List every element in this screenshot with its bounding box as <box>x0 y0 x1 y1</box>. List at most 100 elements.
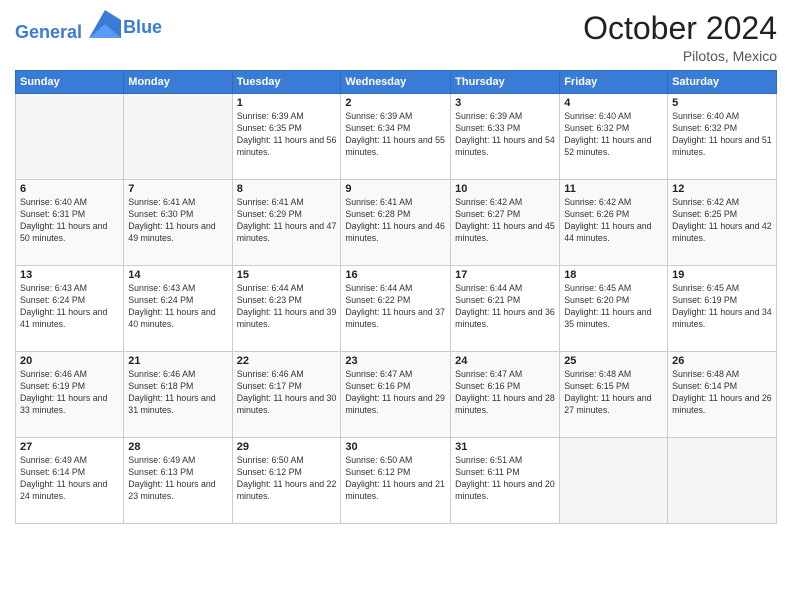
day-number: 22 <box>237 355 337 367</box>
day-cell: 30Sunrise: 6:50 AM Sunset: 6:12 PM Dayli… <box>341 438 451 524</box>
day-cell <box>16 94 124 180</box>
day-cell: 21 Sunrise: 6:46 AM Sunset: 6:18 PM Dayli… <box>124 352 232 438</box>
day-number: 8 <box>237 183 337 195</box>
week-row-4: 20 Sunrise: 6:46 AM Sunset: 6:19 PM Dayli… <box>16 352 777 438</box>
day-info: Sunrise: 6:43 AM Sunset: 6:24 PM Dayligh… <box>128 283 227 331</box>
weekday-wednesday: Wednesday <box>341 71 451 94</box>
day-info: Sunrise: 6:39 AM Sunset: 6:34 PM Dayligh… <box>345 111 446 159</box>
day-number: 29 <box>237 441 337 453</box>
day-number: 9 <box>345 183 446 195</box>
day-cell: 28Sunrise: 6:49 AM Sunset: 6:13 PM Dayli… <box>124 438 232 524</box>
day-info: Sunrise: 6:46 AM Sunset: 6:18 PM Dayligh… <box>128 369 227 417</box>
day-number: 31 <box>455 441 555 453</box>
weekday-thursday: Thursday <box>451 71 560 94</box>
month-title: October 2024 <box>583 10 777 47</box>
weekday-friday: Friday <box>560 71 668 94</box>
day-number: 20 <box>20 355 119 367</box>
logo-text: General <box>15 10 121 43</box>
day-number: 6 <box>20 183 119 195</box>
day-number: 18 <box>564 269 663 281</box>
day-cell: 22 Sunrise: 6:46 AM Sunset: 6:17 PM Dayli… <box>232 352 341 438</box>
day-cell: 14 Sunrise: 6:43 AM Sunset: 6:24 PM Dayli… <box>124 266 232 352</box>
day-number: 30 <box>345 441 446 453</box>
day-info: Sunrise: 6:46 AM Sunset: 6:17 PM Dayligh… <box>237 369 337 417</box>
header: General Blue October 2024 Pilotos, Mexic… <box>15 10 777 64</box>
logo-general: General <box>15 22 82 42</box>
day-cell: 24 Sunrise: 6:47 AM Sunset: 6:16 PM Dayli… <box>451 352 560 438</box>
week-row-2: 6 Sunrise: 6:40 AM Sunset: 6:31 PM Daylig… <box>16 180 777 266</box>
day-number: 15 <box>237 269 337 281</box>
day-cell: 6 Sunrise: 6:40 AM Sunset: 6:31 PM Daylig… <box>16 180 124 266</box>
day-info: Sunrise: 6:42 AM Sunset: 6:27 PM Dayligh… <box>455 197 555 245</box>
day-cell: 9 Sunrise: 6:41 AM Sunset: 6:28 PM Daylig… <box>341 180 451 266</box>
day-number: 12 <box>672 183 772 195</box>
day-number: 2 <box>345 97 446 109</box>
title-block: October 2024 Pilotos, Mexico <box>583 10 777 64</box>
day-info: Sunrise: 6:41 AM Sunset: 6:28 PM Dayligh… <box>345 197 446 245</box>
week-row-3: 13 Sunrise: 6:43 AM Sunset: 6:24 PM Dayli… <box>16 266 777 352</box>
day-info: Sunrise: 6:41 AM Sunset: 6:29 PM Dayligh… <box>237 197 337 245</box>
day-number: 3 <box>455 97 555 109</box>
day-info: Sunrise: 6:40 AM Sunset: 6:32 PM Dayligh… <box>564 111 663 159</box>
day-cell: 10 Sunrise: 6:42 AM Sunset: 6:27 PM Dayli… <box>451 180 560 266</box>
logo: General Blue <box>15 10 162 43</box>
day-number: 26 <box>672 355 772 367</box>
day-info: Sunrise: 6:40 AM Sunset: 6:31 PM Dayligh… <box>20 197 119 245</box>
day-cell: 13 Sunrise: 6:43 AM Sunset: 6:24 PM Dayli… <box>16 266 124 352</box>
day-cell: 1Sunrise: 6:39 AM Sunset: 6:35 PM Daylig… <box>232 94 341 180</box>
day-info: Sunrise: 6:47 AM Sunset: 6:16 PM Dayligh… <box>345 369 446 417</box>
day-info: Sunrise: 6:39 AM Sunset: 6:35 PM Dayligh… <box>237 111 337 159</box>
day-info: Sunrise: 6:48 AM Sunset: 6:15 PM Dayligh… <box>564 369 663 417</box>
week-row-1: 1Sunrise: 6:39 AM Sunset: 6:35 PM Daylig… <box>16 94 777 180</box>
day-number: 23 <box>345 355 446 367</box>
day-info: Sunrise: 6:42 AM Sunset: 6:26 PM Dayligh… <box>564 197 663 245</box>
day-number: 10 <box>455 183 555 195</box>
day-info: Sunrise: 6:46 AM Sunset: 6:19 PM Dayligh… <box>20 369 119 417</box>
day-info: Sunrise: 6:39 AM Sunset: 6:33 PM Dayligh… <box>455 111 555 159</box>
day-number: 5 <box>672 97 772 109</box>
day-number: 17 <box>455 269 555 281</box>
day-info: Sunrise: 6:42 AM Sunset: 6:25 PM Dayligh… <box>672 197 772 245</box>
logo-blue: Blue <box>123 17 162 38</box>
day-cell: 11 Sunrise: 6:42 AM Sunset: 6:26 PM Dayli… <box>560 180 668 266</box>
day-cell: 23 Sunrise: 6:47 AM Sunset: 6:16 PM Dayli… <box>341 352 451 438</box>
day-cell: 2 Sunrise: 6:39 AM Sunset: 6:34 PM Daylig… <box>341 94 451 180</box>
page: General Blue October 2024 Pilotos, Mexic… <box>0 0 792 612</box>
day-number: 19 <box>672 269 772 281</box>
day-cell: 15Sunrise: 6:44 AM Sunset: 6:23 PM Dayli… <box>232 266 341 352</box>
day-info: Sunrise: 6:40 AM Sunset: 6:32 PM Dayligh… <box>672 111 772 159</box>
day-number: 16 <box>345 269 446 281</box>
day-cell: 25Sunrise: 6:48 AM Sunset: 6:15 PM Dayli… <box>560 352 668 438</box>
day-cell: 5 Sunrise: 6:40 AM Sunset: 6:32 PM Daylig… <box>668 94 777 180</box>
week-row-5: 27Sunrise: 6:49 AM Sunset: 6:14 PM Dayli… <box>16 438 777 524</box>
weekday-sunday: Sunday <box>16 71 124 94</box>
day-info: Sunrise: 6:47 AM Sunset: 6:16 PM Dayligh… <box>455 369 555 417</box>
day-cell: 31 Sunrise: 6:51 AM Sunset: 6:11 PM Dayli… <box>451 438 560 524</box>
day-cell <box>560 438 668 524</box>
weekday-saturday: Saturday <box>668 71 777 94</box>
day-number: 7 <box>128 183 227 195</box>
day-cell: 26Sunrise: 6:48 AM Sunset: 6:14 PM Dayli… <box>668 352 777 438</box>
day-number: 24 <box>455 355 555 367</box>
day-cell: 27Sunrise: 6:49 AM Sunset: 6:14 PM Dayli… <box>16 438 124 524</box>
day-info: Sunrise: 6:45 AM Sunset: 6:20 PM Dayligh… <box>564 283 663 331</box>
day-cell: 18 Sunrise: 6:45 AM Sunset: 6:20 PM Dayli… <box>560 266 668 352</box>
day-number: 21 <box>128 355 227 367</box>
logo-icon <box>89 10 121 38</box>
day-info: Sunrise: 6:51 AM Sunset: 6:11 PM Dayligh… <box>455 455 555 503</box>
calendar-table: SundayMondayTuesdayWednesdayThursdayFrid… <box>15 70 777 524</box>
day-number: 11 <box>564 183 663 195</box>
day-cell <box>124 94 232 180</box>
weekday-header-row: SundayMondayTuesdayWednesdayThursdayFrid… <box>16 71 777 94</box>
day-info: Sunrise: 6:44 AM Sunset: 6:21 PM Dayligh… <box>455 283 555 331</box>
day-info: Sunrise: 6:43 AM Sunset: 6:24 PM Dayligh… <box>20 283 119 331</box>
day-cell: 19Sunrise: 6:45 AM Sunset: 6:19 PM Dayli… <box>668 266 777 352</box>
day-info: Sunrise: 6:49 AM Sunset: 6:13 PM Dayligh… <box>128 455 227 503</box>
day-info: Sunrise: 6:49 AM Sunset: 6:14 PM Dayligh… <box>20 455 119 503</box>
day-number: 14 <box>128 269 227 281</box>
day-cell: 17 Sunrise: 6:44 AM Sunset: 6:21 PM Dayli… <box>451 266 560 352</box>
day-cell: 4Sunrise: 6:40 AM Sunset: 6:32 PM Daylig… <box>560 94 668 180</box>
day-number: 13 <box>20 269 119 281</box>
day-cell: 8 Sunrise: 6:41 AM Sunset: 6:29 PM Daylig… <box>232 180 341 266</box>
day-cell: 3 Sunrise: 6:39 AM Sunset: 6:33 PM Daylig… <box>451 94 560 180</box>
